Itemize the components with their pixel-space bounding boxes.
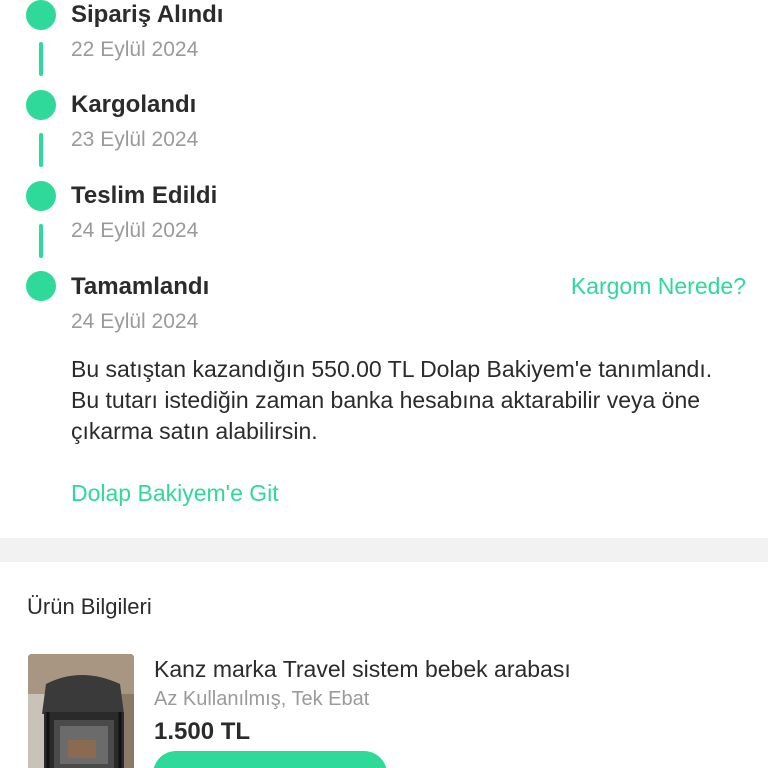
product-thumbnail[interactable]	[28, 654, 134, 768]
go-to-balance-link[interactable]: Dolap Bakiyem'e Git	[71, 480, 279, 507]
product-name[interactable]: Kanz marka Travel sistem bebek arabası	[154, 656, 571, 683]
step-date: 24 Eylül 2024	[71, 219, 199, 242]
step-date: 22 Eylül 2024	[71, 38, 199, 61]
timeline-connector	[39, 42, 43, 76]
track-cargo-link[interactable]: Kargom Nerede?	[571, 273, 746, 300]
timeline-connector	[39, 224, 43, 258]
section-divider	[0, 538, 768, 562]
step-title: Sipariş Alındı	[71, 1, 224, 28]
status-dot-icon	[26, 271, 56, 301]
order-status-timeline: Sipariş Alındı 22 Eylül 2024 Kargolandı …	[0, 0, 768, 538]
timeline-connector	[39, 133, 43, 167]
step-title: Teslim Edildi	[71, 182, 218, 209]
product-info-section: Ürün Bilgileri Kanz marka Travel sistem …	[0, 562, 768, 768]
product-action-button[interactable]	[153, 751, 387, 768]
status-dot-icon	[26, 90, 56, 120]
step-title: Tamamlandı	[71, 273, 210, 300]
step-date: 23 Eylül 2024	[71, 128, 199, 151]
product-price: 1.500 TL	[154, 718, 251, 745]
product-condition: Az Kullanılmış, Tek Ebat	[154, 688, 370, 710]
status-dot-icon	[26, 0, 56, 30]
step-date: 24 Eylül 2024	[71, 310, 199, 333]
balance-info-text: Bu satıştan kazandığın 550.00 TL Dolap B…	[71, 356, 713, 444]
status-dot-icon	[26, 181, 56, 211]
section-title: Ürün Bilgileri	[27, 594, 152, 619]
step-title: Kargolandı	[71, 91, 197, 118]
